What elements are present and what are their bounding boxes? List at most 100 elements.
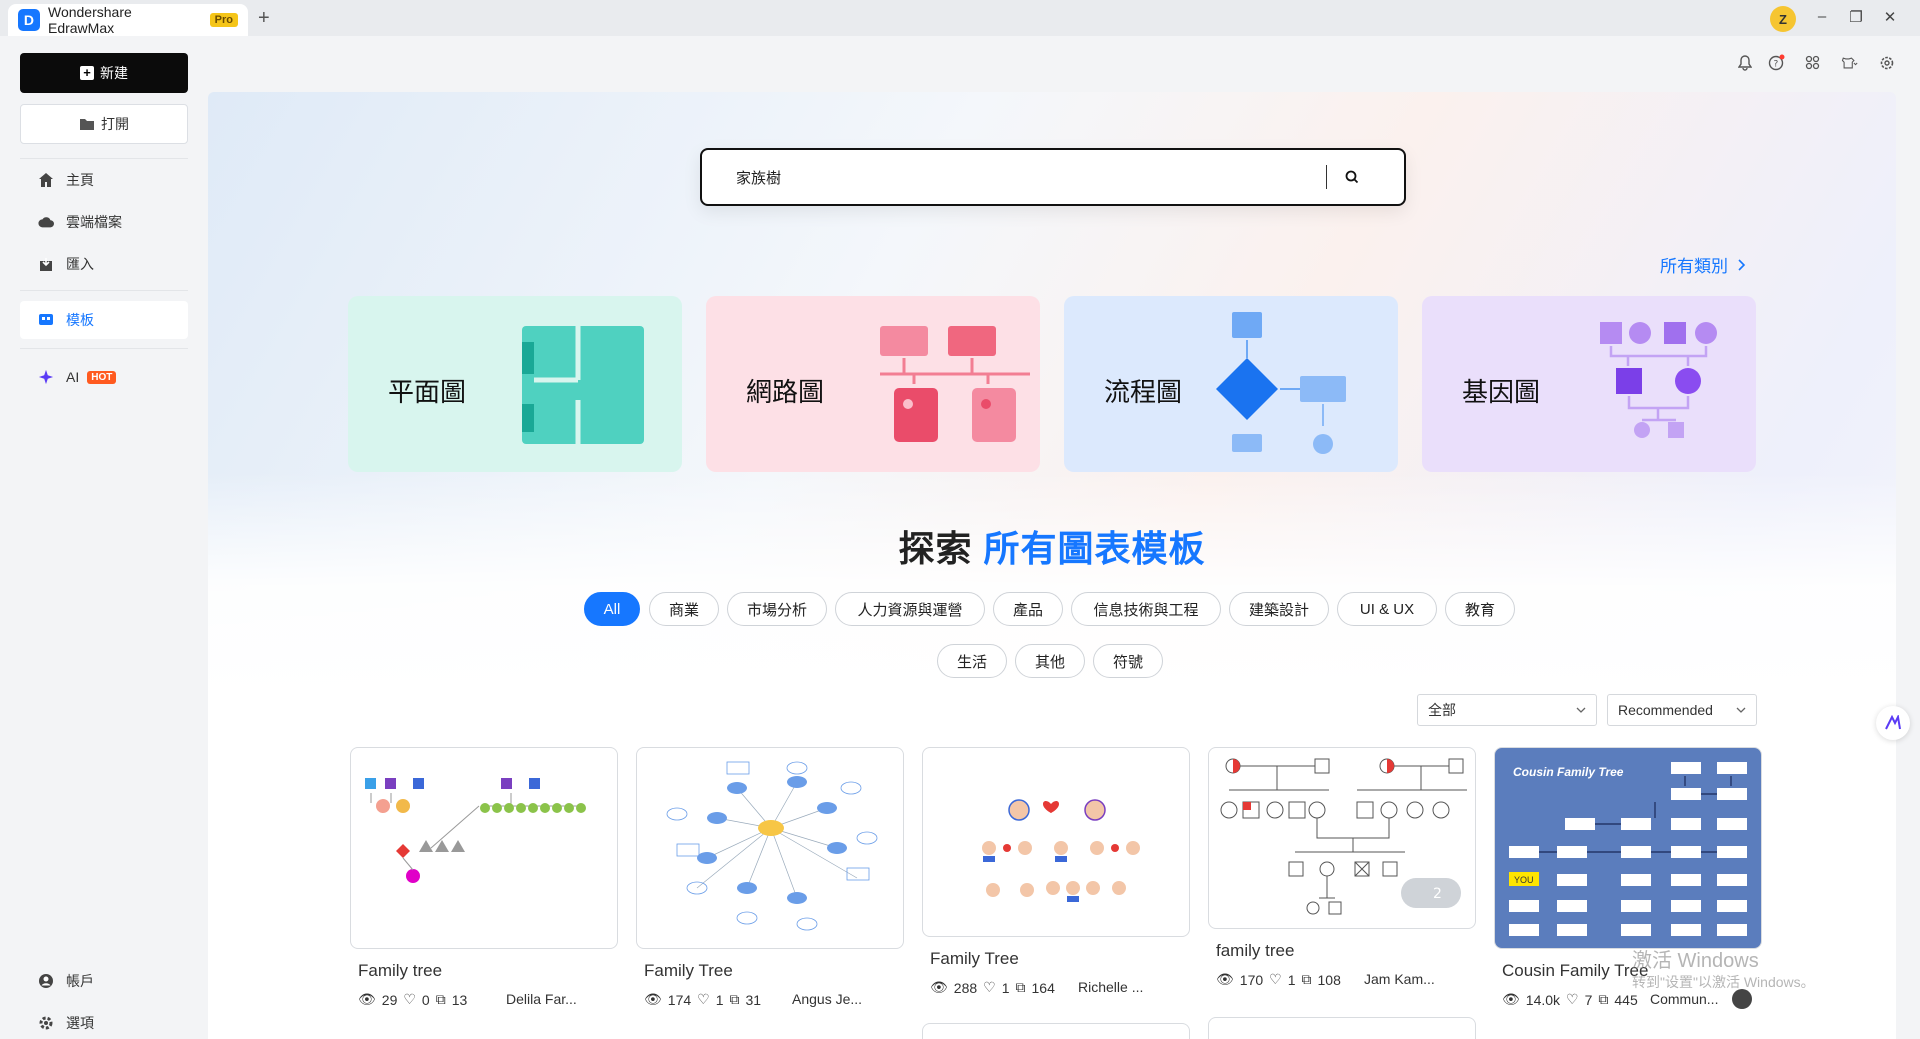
- scope-dropdown[interactable]: 全部: [1417, 694, 1597, 726]
- chip-architecture[interactable]: 建築設計: [1229, 592, 1329, 626]
- chip-life[interactable]: 生活: [937, 644, 1007, 678]
- sidebar-item-cloud[interactable]: 雲端檔案: [20, 203, 188, 241]
- template-title: Family Tree: [644, 961, 733, 980]
- category-card-network[interactable]: 網路圖: [706, 296, 1040, 472]
- template-card[interactable]: Family Tree 👁 174 ♡ 1 ⧉ 31 Angus Je...: [636, 747, 904, 1039]
- app-title: Wondershare EdrawMax: [47, 4, 132, 36]
- chip-all[interactable]: All: [584, 592, 640, 626]
- title-bar: D Wondershare EdrawMax Pro + Z – ❐ ✕: [0, 0, 1920, 36]
- template-thumbnail[interactable]: [350, 747, 618, 949]
- edrawmax-logo-icon: D: [18, 9, 40, 31]
- template-author[interactable]: Commun...: [1650, 991, 1718, 1007]
- network-art-icon: [880, 326, 1030, 442]
- settings-icon[interactable]: [1878, 54, 1896, 72]
- thumbnail-title: Cousin Family Tree: [1513, 765, 1624, 779]
- sidebar-item-account[interactable]: 帳戶: [20, 962, 188, 1000]
- search-input[interactable]: [736, 168, 1316, 186]
- view-count: 170: [1239, 971, 1264, 988]
- template-thumbnail[interactable]: [636, 747, 904, 949]
- template-stats: 👁 174 ♡ 1 ⧉ 31: [644, 991, 761, 1008]
- chip-market-analysis[interactable]: 市場分析: [727, 592, 827, 626]
- template-thumbnail[interactable]: Cousin Family Tree YOU: [1494, 747, 1762, 949]
- heart-icon: ♡: [1566, 991, 1579, 1007]
- next-template-card-edge: [1208, 1017, 1476, 1039]
- template-author[interactable]: Angus Je...: [792, 991, 862, 1007]
- genogram-art-icon: [1600, 322, 1717, 438]
- gear-icon: [38, 1015, 54, 1031]
- sort-dropdown[interactable]: Recommended: [1607, 694, 1757, 726]
- ai-assistant-float-button[interactable]: [1876, 706, 1910, 740]
- ai-assistant-icon: [1885, 715, 1901, 730]
- category-card-floor-plan[interactable]: 平面圖: [348, 296, 682, 472]
- page-count: 2: [1433, 886, 1442, 902]
- user-avatar[interactable]: Z: [1770, 6, 1796, 32]
- template-title: Family Tree: [930, 949, 1019, 968]
- new-button-label: 新建: [100, 65, 128, 81]
- sidebar-item-templates[interactable]: 模板: [20, 301, 188, 339]
- copy-count: 31: [745, 991, 762, 1008]
- template-author[interactable]: Jam Kam...: [1364, 971, 1435, 987]
- sidebar-divider: [20, 158, 188, 159]
- search-button[interactable]: [1327, 152, 1377, 202]
- chip-education[interactable]: 教育: [1445, 592, 1515, 626]
- pro-badge: Pro: [209, 13, 238, 27]
- template-author[interactable]: Delila Far...: [506, 991, 577, 1007]
- template-stats: 👁 14.0k ♡ 7 ⧉ 445: [1502, 991, 1638, 1008]
- close-button[interactable]: ✕: [1880, 8, 1900, 26]
- help-icon[interactable]: ?: [1768, 54, 1786, 72]
- chip-it-engineering[interactable]: 信息技術與工程: [1071, 592, 1221, 626]
- minimize-button[interactable]: –: [1812, 8, 1832, 25]
- chip-business[interactable]: 商業: [649, 592, 719, 626]
- skin-icon[interactable]: [1840, 54, 1858, 72]
- search-icon: [1345, 170, 1359, 184]
- template-thumbnail[interactable]: 2: [1208, 747, 1476, 929]
- author-avatar[interactable]: [1732, 989, 1752, 1009]
- chip-ui-ux[interactable]: UI & UX: [1337, 592, 1437, 626]
- template-thumbnail[interactable]: [922, 747, 1190, 937]
- app-tab[interactable]: D Wondershare EdrawMax Pro: [8, 4, 248, 36]
- sidebar-item-options[interactable]: 選項: [20, 1004, 188, 1039]
- all-categories-link[interactable]: 所有類別: [1660, 252, 1746, 277]
- all-categories-label: 所有類別: [1660, 257, 1728, 276]
- template-author[interactable]: Richelle ...: [1078, 979, 1143, 995]
- svg-text:?: ?: [1774, 60, 1779, 70]
- like-count: 0: [421, 991, 430, 1008]
- activate-windows-watermark: 激活 Windows: [1632, 950, 1759, 972]
- floor-plan-art-icon: [522, 326, 644, 444]
- template-title: Family tree: [358, 961, 443, 980]
- plus-icon: +: [80, 66, 94, 80]
- restore-button[interactable]: ❐: [1846, 8, 1866, 26]
- sidebar-item-import[interactable]: 匯入: [20, 245, 188, 283]
- copy-icon: ⧉: [1598, 991, 1609, 1007]
- like-count: 1: [1287, 971, 1296, 988]
- add-tab-button[interactable]: +: [258, 7, 270, 30]
- new-button[interactable]: + 新建: [20, 53, 188, 93]
- chip-product[interactable]: 產品: [993, 592, 1063, 626]
- import-icon: [38, 256, 54, 272]
- eye-icon: 👁: [930, 979, 948, 995]
- template-card[interactable]: Family tree 👁 29 ♡ 0 ⧉ 13 Delila Far...: [350, 747, 618, 1039]
- template-card[interactable]: 2 family tree 👁 170 ♡ 1 ⧉ 108 Jam Kam...: [1208, 747, 1476, 1039]
- sidebar-item-home[interactable]: 主頁: [20, 161, 188, 199]
- template-card[interactable]: Family Tree 👁 288 ♡ 1 ⧉ 164 Richelle ...: [922, 747, 1190, 1039]
- hot-badge: HOT: [87, 370, 117, 384]
- category-label: 網路圖: [746, 377, 825, 407]
- bell-icon[interactable]: [1736, 54, 1754, 72]
- cousin-family-tree-thumbnail: Cousin Family Tree YOU: [1509, 762, 1747, 936]
- chip-hr-operations[interactable]: 人力資源與運營: [835, 592, 985, 626]
- chip-symbols[interactable]: 符號: [1093, 644, 1163, 678]
- chip-other[interactable]: 其他: [1015, 644, 1085, 678]
- heart-icon: ♡: [697, 991, 710, 1007]
- sort-value: Recommended: [1618, 702, 1713, 718]
- chevron-down-icon: [1576, 707, 1586, 713]
- category-card-genogram[interactable]: 基因圖: [1422, 296, 1756, 472]
- like-count: 1: [715, 991, 724, 1008]
- category-label: 平面圖: [388, 377, 467, 407]
- apps-icon[interactable]: [1805, 54, 1823, 72]
- flowchart-art-icon: [1216, 312, 1346, 454]
- category-card-flowchart[interactable]: 流程圖: [1064, 296, 1398, 472]
- template-card[interactable]: Cousin Family Tree YOU Cousin Family Tre…: [1494, 747, 1762, 1039]
- view-count: 288: [953, 979, 978, 996]
- sidebar-item-ai[interactable]: AI HOT: [20, 358, 188, 396]
- open-button[interactable]: 打開: [20, 104, 188, 144]
